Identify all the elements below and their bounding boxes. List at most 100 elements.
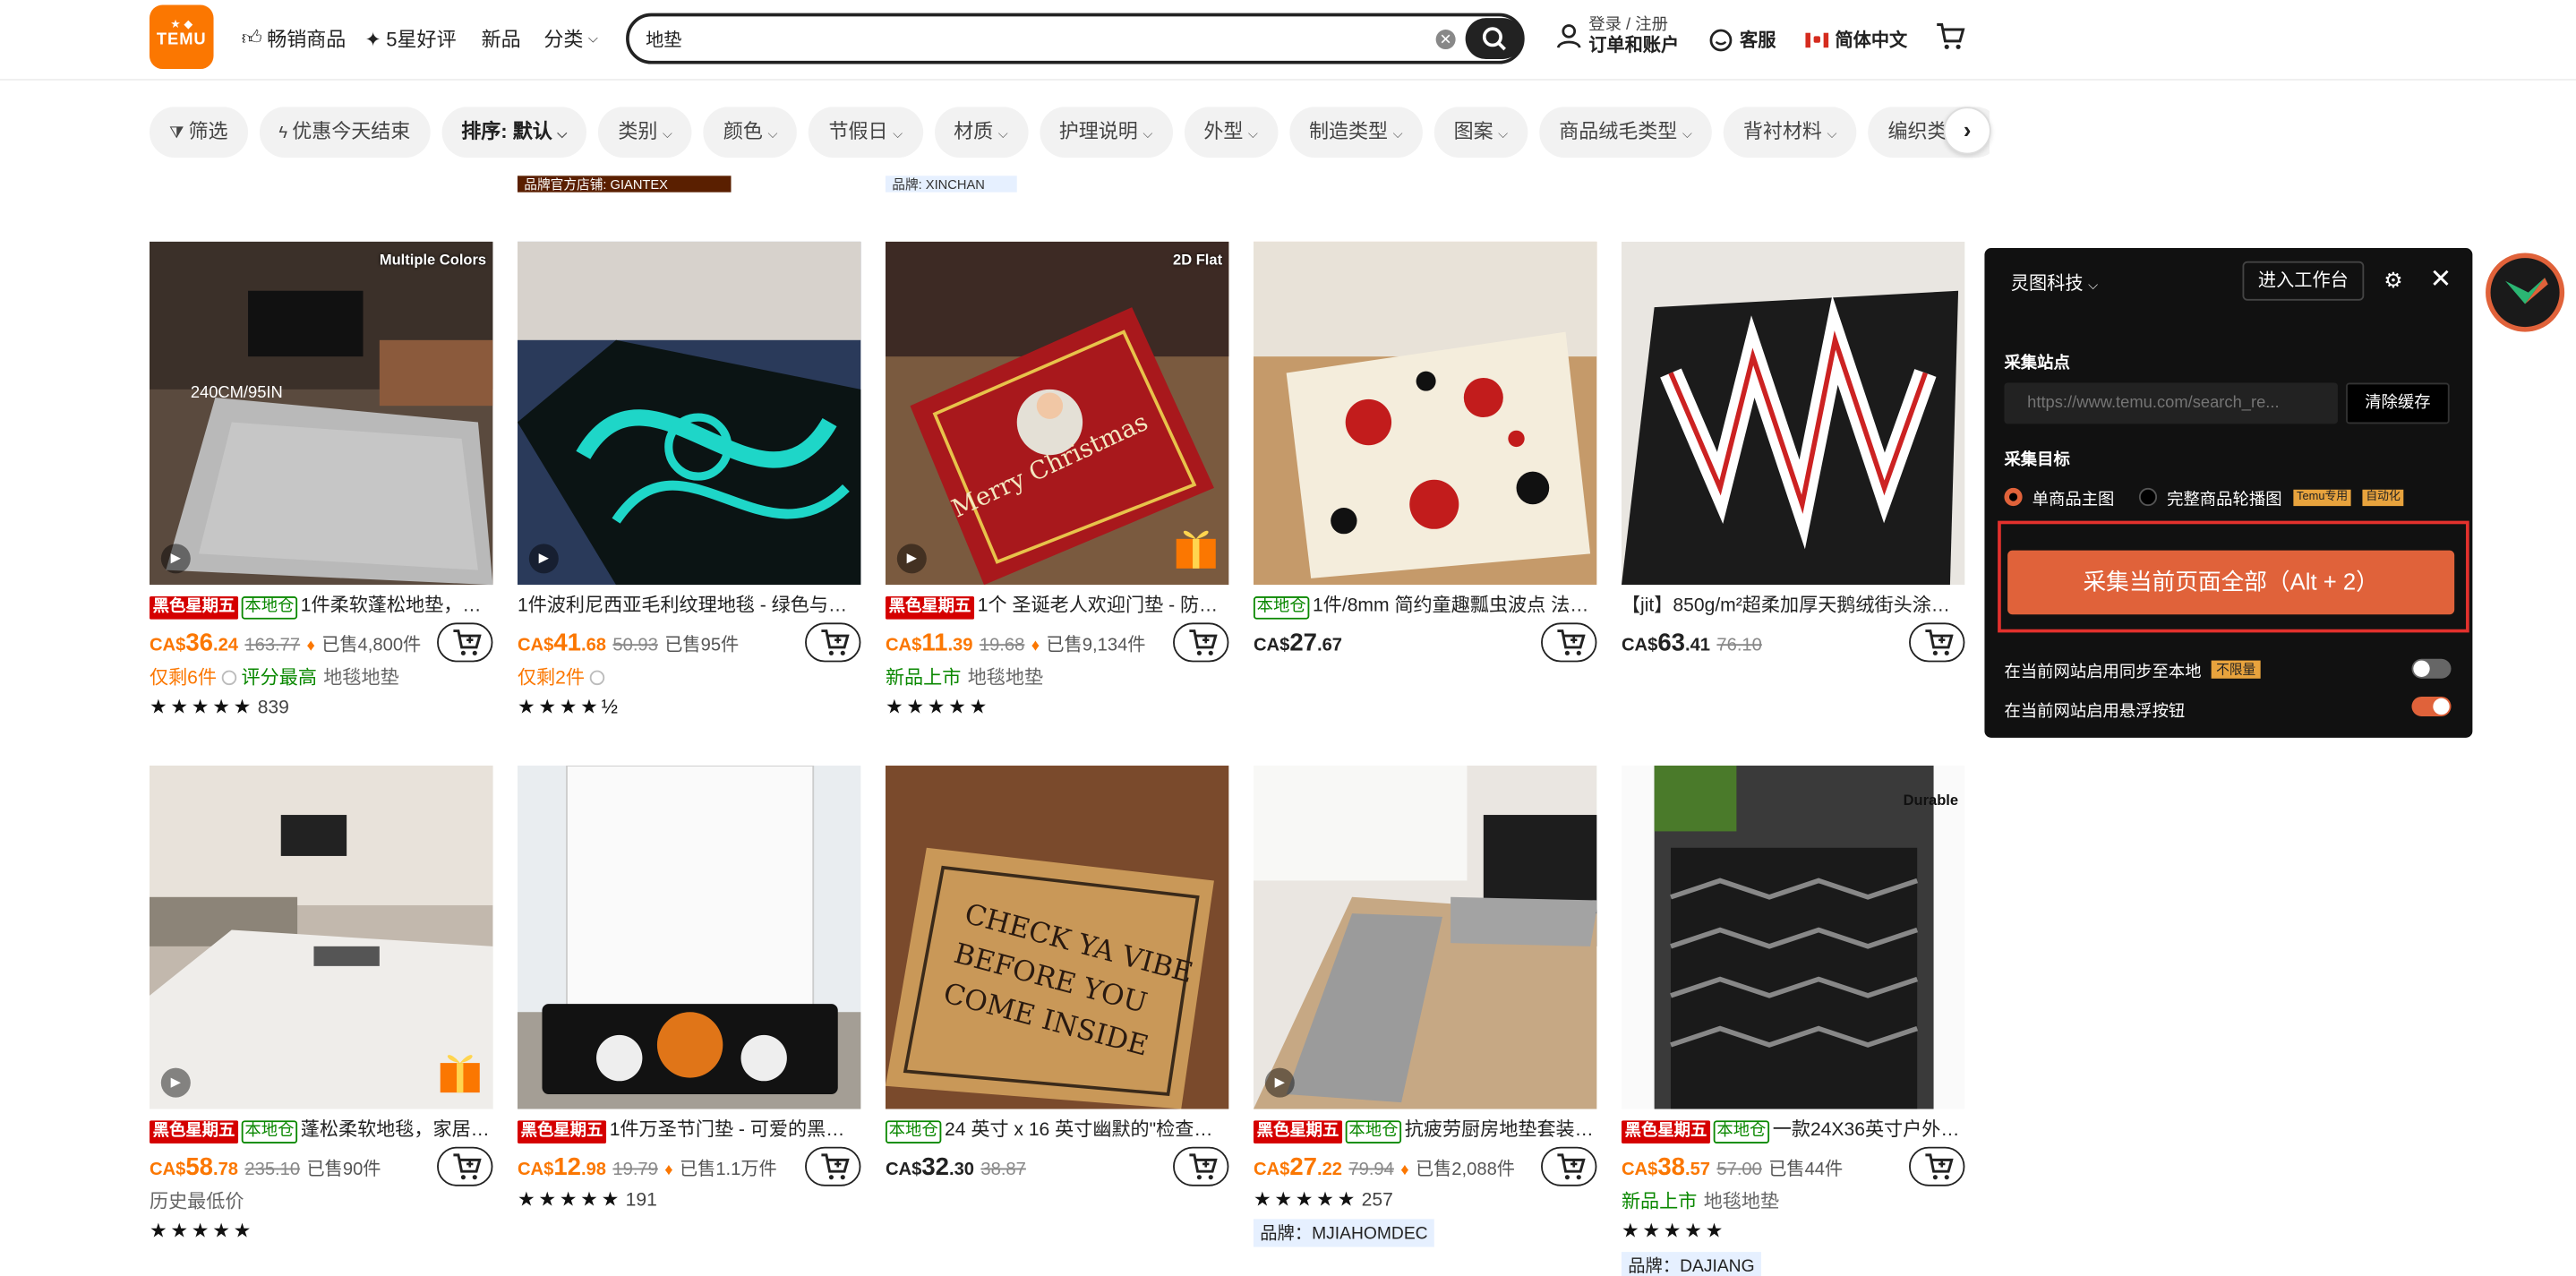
filter-chip-label: 材质 (954, 119, 994, 143)
product-card[interactable]: ▶黑色星期五本地仓蓬松柔软地毯，家居客厅卧室装饰CA$58.78235.10已售… (149, 766, 493, 1276)
radio-carousel[interactable]: 完整商品轮播图 Temu专用 自动化 (2138, 484, 2404, 510)
plugin-float-button[interactable] (2486, 253, 2565, 332)
product-title[interactable]: 黑色星期五本地仓1件柔软蓬松地垫，豪华长绒毛地毯 (149, 593, 492, 620)
product-card[interactable]: Durable黑色星期五本地仓一款24X36英寸户外防滑门垫CA$38.5757… (1621, 766, 1965, 1276)
search-button[interactable] (1465, 18, 1523, 60)
filter-chip[interactable]: 节假日 ⌵ (809, 107, 923, 158)
nav-five-star[interactable]: ✦ 5星好评 (364, 25, 456, 53)
play-video-icon[interactable]: ▶ (528, 544, 559, 574)
product-title[interactable]: 本地仓1件/8mm 简约童趣瓢虫波点 法兰绒地垫 (1253, 593, 1596, 620)
product-card[interactable]: 240CM/95IN Multiple Colors ▶ 黑色星期五 本地仓 1件柔软蓬松… (149, 241, 493, 766)
account-menu[interactable]: 登录 / 注册 订单和账户 (1556, 16, 1679, 56)
product-card[interactable]: CHECK YA VIBE BEFORE YOU COME INSIDE 本地仓 24 … (885, 766, 1229, 1276)
product-title[interactable]: 黑色星期五本地仓蓬松柔软地毯，家居客厅卧室装饰 (149, 1118, 492, 1144)
company-selector[interactable]: 灵图科技 ⌵ (2011, 270, 2099, 295)
filter-chip[interactable]: 制造类型 ⌵ (1288, 107, 1423, 158)
sync-toggle[interactable] (2411, 658, 2452, 679)
original-price: 76.10 (1716, 636, 1762, 656)
language-selector[interactable]: 简体中文 (1805, 26, 1907, 52)
radio-main-image[interactable]: 单商品主图 (2004, 484, 2114, 510)
product-title[interactable]: 黑色星期五本地仓一款24X36英寸户外防滑门垫 (1621, 1118, 1964, 1144)
filter-chip[interactable]: ϟ 优惠今天结束 (259, 107, 431, 158)
filter-chip[interactable]: ⧩ 筛选 (149, 107, 248, 158)
product-title[interactable]: 黑色星期五1件万圣节门垫 - 可爱的黑色南瓜图案 (517, 1118, 860, 1144)
filter-chip[interactable]: 图案 ⌵ (1433, 107, 1528, 158)
add-to-cart-button[interactable] (1173, 1146, 1229, 1186)
brand-badge[interactable]: 品牌：DAJIANG (1621, 1252, 1761, 1276)
product-card[interactable]: 【jit】850g/m²超柔加厚天鹅绒街头涂鸦地毯 CA$63.41 76.10 (1621, 241, 1965, 766)
play-video-icon[interactable]: ▶ (160, 544, 191, 574)
customer-service[interactable]: 客服 (1708, 26, 1776, 52)
product-image[interactable]: Durable (1621, 766, 1965, 1109)
add-to-cart-icon (821, 1153, 850, 1180)
brand-badge[interactable]: 品牌：MJIAHOMDEC (1253, 1219, 1434, 1247)
product-title[interactable]: 黑色星期五 本地仓 抗疲劳厨房地垫套装2件 (1253, 1118, 1596, 1144)
chevron-down-icon: ⌵ (587, 30, 599, 46)
site-url-field[interactable] (2004, 382, 2338, 424)
add-to-cart-button[interactable] (437, 1146, 493, 1186)
filter-chip[interactable]: 护理说明 ⌵ (1039, 107, 1173, 158)
product-highlights: 历史最低价 (150, 1188, 244, 1214)
product-image[interactable]: ▶ (517, 241, 861, 586)
add-to-cart-button[interactable] (805, 1146, 861, 1186)
unlimited-badge: 不限量 (2211, 660, 2261, 679)
filter-chip[interactable]: 类别 ⌵ (598, 107, 693, 158)
product-card[interactable]: 黑色星期五1件万圣节门垫 - 可爱的黑色南瓜图案CA$12.9819.79♦已售… (517, 766, 861, 1276)
add-to-cart-button[interactable] (1541, 1146, 1597, 1186)
product-card[interactable]: 本地仓1件/8mm 简约童趣瓢虫波点 法兰绒地垫 CA$27.67 (1253, 241, 1597, 766)
clear-search-icon[interactable]: ✕ (1435, 30, 1456, 50)
filter-chip[interactable]: 外型 ⌵ (1184, 107, 1279, 158)
product-image[interactable]: CHECK YA VIBE BEFORE YOU COME INSIDE (885, 766, 1229, 1109)
product-price: CA$63.41 (1622, 629, 1710, 657)
product-image[interactable]: Merry Christmas 2D Flat ▶ (885, 241, 1229, 586)
play-video-icon[interactable]: ▶ (1264, 1067, 1295, 1098)
clear-cache-button[interactable]: 清除缓存 (2346, 382, 2450, 424)
cart-button[interactable] (1935, 23, 1965, 51)
product-card[interactable]: Merry Christmas 2D Flat ▶ 黑色星期五 1个 圣诞老人欢迎门垫 … (885, 241, 1229, 766)
add-to-cart-button[interactable] (1541, 622, 1597, 663)
filter-scroll-right-button[interactable]: › (1943, 107, 1991, 155)
product-title[interactable]: 【jit】850g/m²超柔加厚天鹅绒街头涂鸦地毯 (1622, 593, 1964, 619)
product-image[interactable]: 240CM/95IN Multiple Colors ▶ (149, 241, 493, 586)
product-title-text: 24 英寸 x 16 英寸幽默的"检查你的氛围"门垫 (945, 1120, 1228, 1141)
product-highlights: 新品上市 地毯地垫 (886, 664, 1043, 689)
play-video-icon[interactable]: ▶ (160, 1067, 191, 1098)
rating-stars: ★★★★★ (886, 695, 990, 718)
product-image[interactable] (1253, 241, 1597, 586)
add-to-cart-button[interactable] (437, 622, 493, 663)
product-title[interactable]: 黑色星期五1个 圣诞老人欢迎门垫 - 防滑圣诞节装饰 (885, 593, 1228, 620)
filter-chip[interactable]: 材质 ⌵ (934, 107, 1028, 158)
filter-chip[interactable]: 商品绒毛类型 ⌵ (1539, 107, 1713, 158)
nav-best-sellers[interactable]: 👍︎ 畅销商品 (242, 25, 347, 53)
add-to-cart-button[interactable] (1909, 1146, 1965, 1186)
product-card[interactable]: ▶1件波利尼西亚毛利纹理地毯 - 绿色与黑色图案CA$41.6850.93已售9… (517, 241, 861, 766)
float-toggle[interactable] (2411, 696, 2452, 716)
filter-chip[interactable]: 颜色 ⌵ (703, 107, 798, 158)
add-to-cart-button[interactable] (805, 622, 861, 663)
product-image[interactable]: ▶ (1253, 766, 1597, 1109)
filter-chip[interactable]: 背衬材料 ⌵ (1723, 107, 1857, 158)
add-to-cart-button[interactable] (1909, 622, 1965, 663)
close-icon[interactable]: ✕ (2430, 263, 2452, 296)
temu-logo[interactable]: ★ ◆ TEMU (149, 4, 214, 70)
sold-count: 已售90件 (306, 1160, 381, 1180)
info-icon[interactable] (221, 670, 237, 686)
info-icon[interactable] (589, 670, 605, 686)
play-video-icon[interactable]: ▶ (896, 544, 927, 574)
nav-category[interactable]: 分类 ⌵ (543, 25, 598, 53)
product-title[interactable]: 1件波利尼西亚毛利纹理地毯 - 绿色与黑色图案 (518, 593, 860, 619)
filter-chip[interactable]: 排序: 默认 ⌵ (441, 107, 587, 158)
search-input[interactable] (646, 24, 1418, 55)
product-image[interactable] (517, 766, 861, 1109)
product-title[interactable]: 本地仓24 英寸 x 16 英寸幽默的"检查你的氛围"门垫 (885, 1118, 1228, 1144)
product-image[interactable]: ▶ (149, 766, 493, 1109)
stars-icon: ★★★★★ (1253, 1187, 1359, 1212)
filter-chip-label: 商品绒毛类型 (1559, 119, 1678, 143)
product-card[interactable]: ▶ 黑色星期五 本地仓 抗疲劳厨房地垫套装2件 CA$27.22 79.94 ♦ 已售2,08… (1253, 766, 1597, 1276)
product-image[interactable] (1621, 241, 1965, 586)
add-to-cart-button[interactable] (1173, 622, 1229, 663)
enter-workspace-button[interactable]: 进入工作台 (2242, 261, 2365, 301)
gear-icon[interactable]: ⚙ (2383, 268, 2402, 294)
nav-new-arrivals[interactable]: 新品 (482, 25, 521, 53)
collect-all-button[interactable]: 采集当前页面全部（Alt + 2） (2007, 550, 2455, 615)
